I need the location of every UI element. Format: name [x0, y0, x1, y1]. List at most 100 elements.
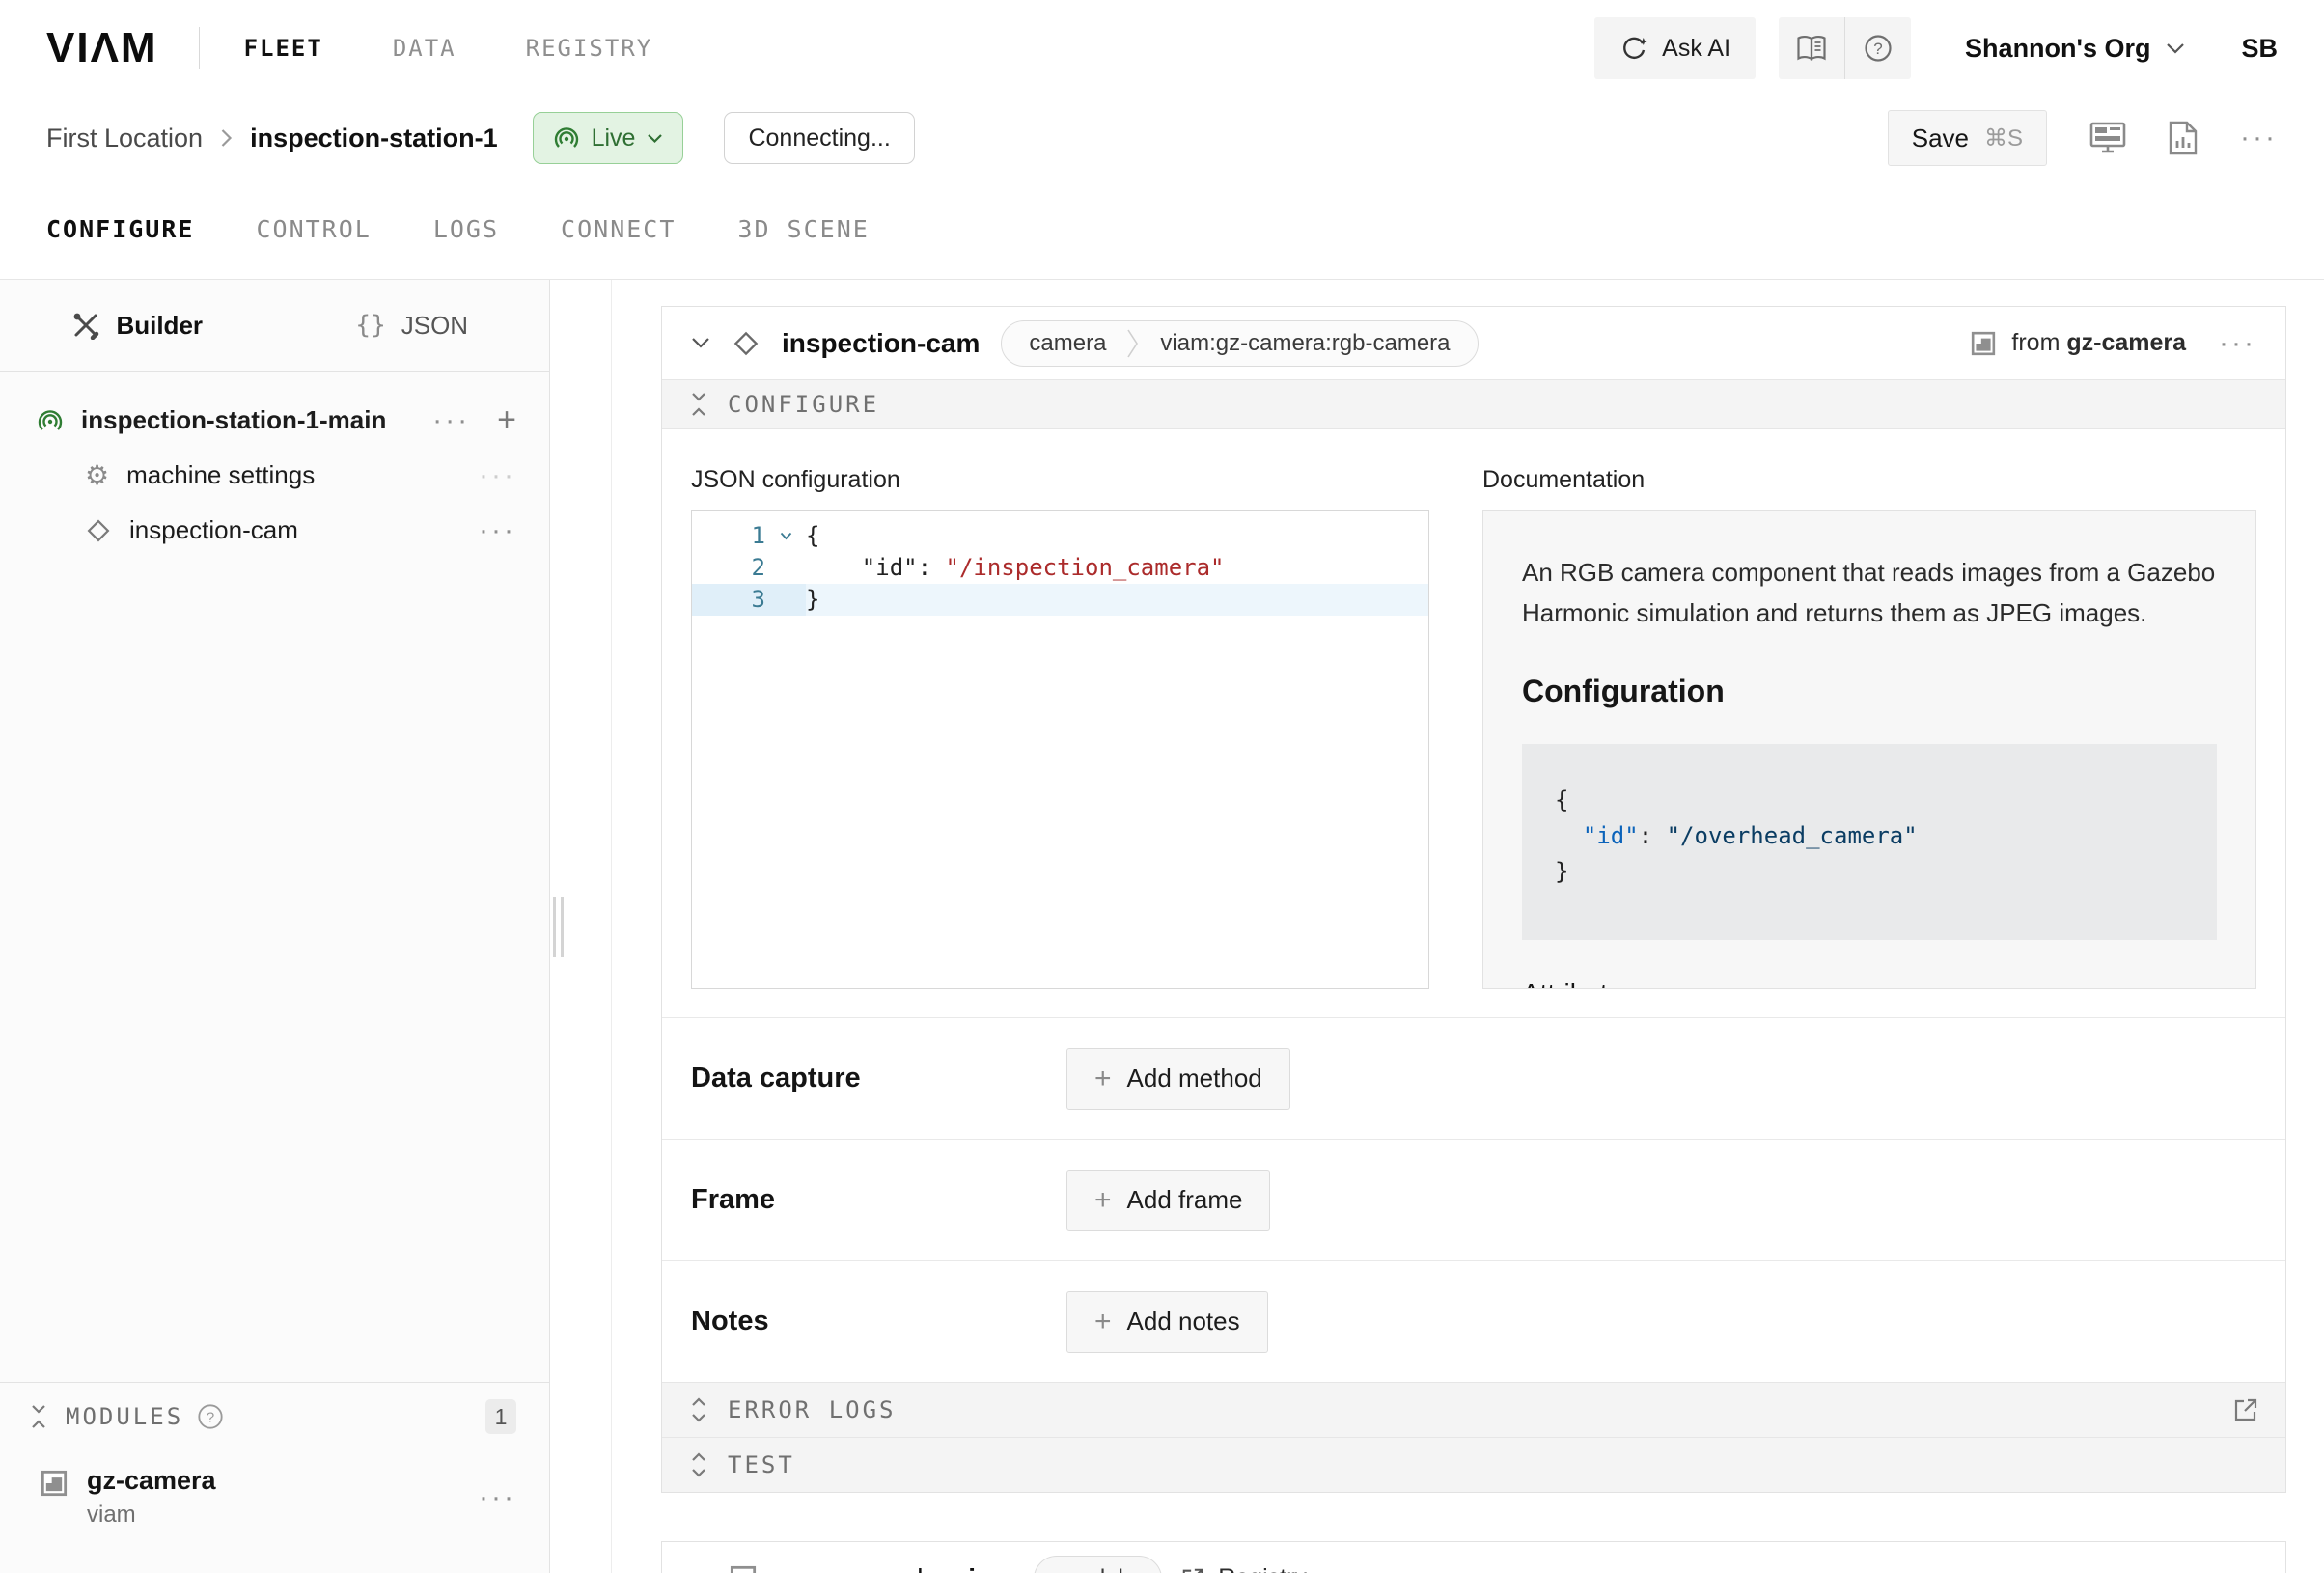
- configure-main: inspection-cam camera viam:gz-camera:rgb…: [612, 280, 2324, 1573]
- tab-logs[interactable]: LOGS: [433, 215, 499, 243]
- component-diamond-icon: [85, 517, 112, 544]
- tab-control[interactable]: CONTROL: [256, 215, 371, 243]
- component-card-inspection-cam: inspection-cam camera viam:gz-camera:rgb…: [661, 306, 2286, 1493]
- nav-item-data[interactable]: DATA: [393, 35, 456, 62]
- machine-bar-actions: Save ⌘S ···: [1888, 110, 2278, 166]
- json-config-column: JSON configuration 1 { 2: [691, 466, 1429, 1017]
- sidebar-resizer: [550, 280, 612, 1573]
- open-logs-external-icon[interactable]: [2233, 1397, 2258, 1422]
- machine-bar: First Location inspection-station-1 Live…: [0, 97, 2324, 179]
- inspection-cam-more-menu[interactable]: ···: [479, 516, 516, 545]
- machine-more-menu[interactable]: ···: [2240, 124, 2278, 152]
- json-config-editor[interactable]: 1 { 2 "id": "/inspection_camera": [691, 510, 1429, 989]
- doc-configuration-heading: Configuration: [1522, 674, 2217, 709]
- documentation-button[interactable]: [1779, 17, 1844, 79]
- doc-code-sample: { "id": "/overhead_camera" }: [1522, 744, 2217, 940]
- tree-item-inspection-cam[interactable]: inspection-cam ···: [0, 503, 549, 558]
- gear-icon: ⚙: [85, 462, 109, 489]
- modules-header[interactable]: MODULES ? 1: [0, 1383, 549, 1450]
- main-part-more-menu[interactable]: ···: [432, 406, 470, 435]
- module-card-more-menu[interactable]: ···: [2219, 1564, 2256, 1573]
- component-more-menu[interactable]: ···: [2219, 329, 2256, 358]
- notes-label: Notes: [691, 1306, 1066, 1338]
- registry-link[interactable]: Registry: [1181, 1564, 1307, 1573]
- tab-configure[interactable]: CONFIGURE: [46, 215, 194, 243]
- data-capture-section: Data capture + Add method: [662, 1017, 2285, 1139]
- component-type-tag: camera: [1008, 330, 1127, 357]
- save-shortcut: ⌘S: [1984, 124, 2023, 152]
- chevron-down-icon: [2166, 42, 2185, 55]
- machine-settings-more-menu[interactable]: ···: [479, 461, 516, 490]
- json-config-label: JSON configuration: [691, 466, 1429, 494]
- notes-section: Notes + Add notes: [662, 1260, 2285, 1382]
- documentation-column: Documentation An RGB camera component th…: [1482, 466, 2256, 1017]
- connecting-status-button[interactable]: Connecting...: [724, 112, 914, 164]
- modules-count-badge: 1: [485, 1399, 516, 1434]
- tab-connect[interactable]: CONNECT: [561, 215, 676, 243]
- tree-item-main-part[interactable]: inspection-station-1-main ··· +: [0, 393, 549, 448]
- ask-ai-icon: [1619, 34, 1648, 63]
- live-status-dropdown[interactable]: Live: [533, 112, 684, 164]
- machine-report-icon[interactable]: [2169, 121, 2198, 155]
- test-bar[interactable]: TEST: [662, 1437, 2285, 1492]
- data-capture-label: Data capture: [691, 1062, 1066, 1094]
- component-type-pills: camera viam:gz-camera:rgb-camera: [1001, 320, 1478, 367]
- add-component-button[interactable]: +: [497, 401, 516, 439]
- live-status-label: Live: [592, 124, 636, 152]
- from-module-label: from gz-camera: [1971, 329, 2186, 357]
- nav-item-registry[interactable]: REGISTRY: [526, 35, 653, 62]
- plus-icon: +: [1094, 1308, 1112, 1337]
- module-list-item[interactable]: gz-camera viam ···: [0, 1450, 549, 1529]
- save-button[interactable]: Save ⌘S: [1888, 110, 2047, 166]
- nav-divider: [199, 27, 200, 69]
- module-more-menu[interactable]: ···: [479, 1483, 516, 1512]
- nav-item-fleet[interactable]: FLEET: [244, 35, 323, 62]
- error-logs-bar[interactable]: ERROR LOGS: [662, 1382, 2285, 1437]
- part-radar-icon: [37, 407, 64, 434]
- viam-logo: VIΛM: [46, 24, 158, 72]
- module-icon: [1971, 331, 1996, 356]
- fold-chevron-icon[interactable]: [765, 520, 806, 552]
- primary-nav: FLEET DATA REGISTRY: [244, 35, 653, 62]
- breadcrumb-location[interactable]: First Location: [46, 124, 203, 153]
- plus-icon: +: [1094, 1064, 1112, 1093]
- user-avatar[interactable]: SB: [2241, 34, 2278, 64]
- main-part-label: inspection-station-1-main: [81, 405, 386, 435]
- configure-section-content: JSON configuration 1 { 2: [662, 429, 2285, 1017]
- component-model-tag: viam:gz-camera:rgb-camera: [1139, 330, 1471, 357]
- modules-help-icon[interactable]: ?: [197, 1403, 224, 1430]
- tab-3d-scene[interactable]: 3D SCENE: [737, 215, 869, 243]
- editor-line: 2 "id": "/inspection_camera": [692, 552, 1428, 584]
- add-frame-button[interactable]: + Add frame: [1066, 1170, 1270, 1231]
- svg-text:?: ?: [207, 1410, 214, 1426]
- machine-tabs: CONFIGURE CONTROL LOGS CONNECT 3D SCENE: [0, 179, 2324, 280]
- configure-section-bar[interactable]: CONFIGURE: [662, 379, 2285, 429]
- book-icon: [1796, 35, 1827, 62]
- module-icon: [41, 1470, 68, 1497]
- add-method-button[interactable]: + Add method: [1066, 1048, 1290, 1110]
- json-braces-icon: {}: [355, 311, 385, 340]
- org-switcher[interactable]: Shannon's Org: [1965, 34, 2185, 64]
- connecting-label: Connecting...: [748, 124, 890, 152]
- ask-ai-label: Ask AI: [1662, 35, 1730, 63]
- add-notes-button[interactable]: + Add notes: [1066, 1291, 1268, 1353]
- sidebar-resize-handle[interactable]: [553, 897, 564, 957]
- configure-body: Builder {} JSON inspection: [0, 280, 2324, 1573]
- json-mode-button[interactable]: {} JSON: [275, 311, 550, 341]
- module-icon: [730, 1565, 757, 1573]
- builder-mode-button[interactable]: Builder: [0, 311, 275, 341]
- chevron-down-icon[interactable]: [691, 337, 710, 349]
- module-card-header: gz-camera by viam module Registry: [662, 1542, 2285, 1573]
- plus-icon: +: [1094, 1186, 1112, 1215]
- expand-icon: [689, 1397, 708, 1422]
- top-nav: VIΛM FLEET DATA REGISTRY Ask AI: [0, 0, 2324, 97]
- frame-section: Frame + Add frame: [662, 1139, 2285, 1260]
- documentation-panel[interactable]: An RGB camera component that reads image…: [1482, 510, 2256, 989]
- tree-item-machine-settings[interactable]: ⚙ machine settings ···: [0, 448, 549, 503]
- machine-monitor-icon[interactable]: [2089, 122, 2126, 154]
- help-icon: ?: [1864, 34, 1893, 63]
- doc-attributes-heading: Attributes: [1522, 979, 2217, 989]
- ask-ai-button[interactable]: Ask AI: [1594, 17, 1756, 79]
- svg-text:?: ?: [1873, 40, 1882, 58]
- help-button[interactable]: ?: [1845, 17, 1911, 79]
